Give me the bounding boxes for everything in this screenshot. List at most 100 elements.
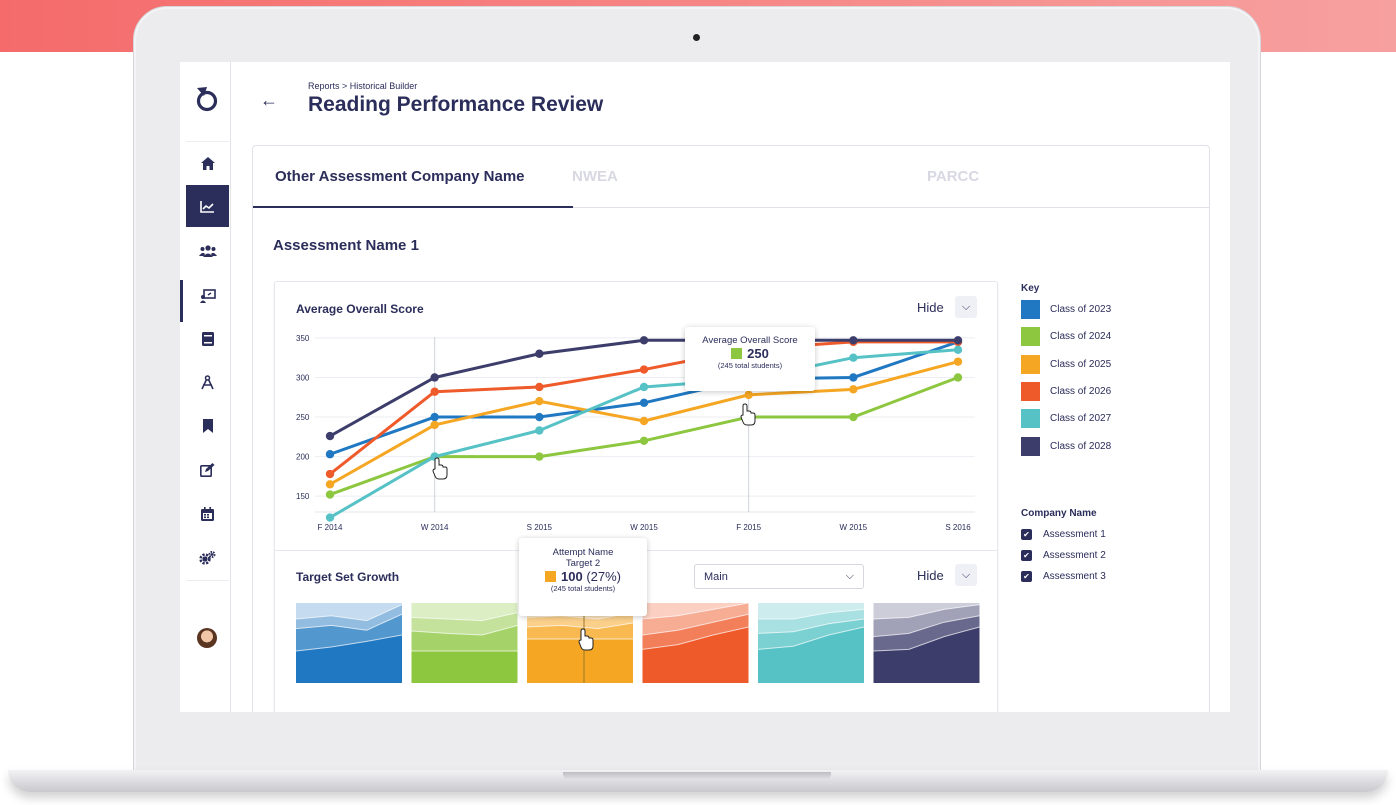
y-tick-label: 350 (296, 334, 310, 343)
legend-label: Class of 2027 (1050, 413, 1112, 425)
tooltip-subtext: (245 total students) (550, 584, 616, 593)
users-icon (198, 245, 217, 257)
data-point (430, 373, 439, 382)
legend-item[interactable]: Class of 2024 (1021, 327, 1111, 347)
settings-icon (199, 551, 216, 565)
checkbox-label: Assessment 3 (1043, 571, 1106, 582)
breadcrumb[interactable]: Reports > Historical Builder (308, 81, 417, 91)
area-layer (411, 651, 518, 683)
data-point (849, 412, 858, 422)
company-filter-item[interactable]: ✔ Assessment 2 (1021, 550, 1106, 561)
legend-label: Class of 2025 (1050, 358, 1112, 370)
active-tab-indicator (253, 206, 573, 208)
y-tick-label: 150 (296, 492, 310, 501)
x-tick-label: W 2015 (630, 523, 658, 532)
data-point (535, 397, 544, 406)
user-avatar[interactable] (197, 628, 217, 648)
section-title: Assessment Name 1 (273, 237, 419, 254)
tooltip-subtext: (245 total students) (717, 361, 783, 370)
chevron-down-icon: ⌵ (961, 568, 971, 581)
home-icon (200, 156, 215, 170)
webcam (693, 34, 700, 41)
data-point (639, 436, 649, 445)
company-filter-title: Company Name (1021, 508, 1097, 519)
tooltip-value-row: 100 (27%) (519, 569, 647, 584)
data-point (535, 452, 544, 461)
tooltip-target: Target 2 (565, 558, 601, 569)
sidebar-item-tools[interactable] (186, 361, 229, 403)
laptop-notch (563, 772, 831, 780)
sidebar-item-classroom[interactable] (186, 275, 229, 317)
x-tick-label: W 2015 (840, 523, 868, 532)
hand-cursor-icon (740, 403, 756, 426)
checkbox-label: Assessment 2 (1043, 550, 1106, 561)
data-point (325, 513, 335, 522)
sidebar-item-home[interactable] (186, 142, 229, 184)
series-line (329, 376, 959, 497)
sidebar-item-bookmarks[interactable] (186, 405, 229, 447)
legend-swatch (1021, 354, 1040, 374)
hand-cursor-shape (432, 457, 448, 480)
line-chart: 150 200 250 300 350 F 2014 W 2014 S 2015 W 2015 F… (296, 334, 975, 532)
x-tick-label: F 2015 (736, 523, 761, 532)
x-tick-label: W 2014 (421, 523, 449, 532)
assessment-panel: Other Assessment Company Name NWEA PARCC… (252, 145, 1210, 712)
legend-item[interactable]: Class of 2028 (1021, 436, 1111, 456)
legend-title: Key (1021, 283, 1040, 294)
checkbox[interactable]: ✔ (1021, 550, 1032, 561)
data-point (430, 420, 439, 430)
data-point (325, 480, 335, 489)
sidebar (180, 62, 231, 712)
series-line (329, 340, 958, 476)
growth-chart-hide-label[interactable]: Hide (917, 568, 944, 583)
legend-swatch (1021, 300, 1040, 319)
legend-item[interactable]: Class of 2025 (1021, 354, 1112, 374)
tooltip-swatch (544, 571, 556, 582)
data-point (325, 450, 335, 459)
data-point (639, 398, 649, 407)
tooltip-swatch (731, 348, 743, 359)
hand-cursor-shape (740, 403, 756, 426)
sidebar-item-library[interactable] (186, 318, 229, 360)
page-title: Reading Performance Review (308, 93, 604, 116)
book-icon (201, 332, 214, 346)
line-chart-tooltip: Average Overall Score 250 (245 total stu… (685, 327, 815, 391)
growth-chart-tooltip: Attempt Name Target 2 100 (27%) (245 tot… (519, 538, 647, 616)
company-filter-item[interactable]: ✔ Assessment 3 (1021, 571, 1106, 582)
legend-item[interactable]: Class of 2023 (1021, 300, 1111, 319)
hand-cursor-icon (432, 457, 448, 480)
sidebar-item-settings[interactable] (186, 537, 229, 579)
sidebar-item-edit[interactable] (186, 449, 229, 491)
tab-parcc[interactable]: PARCC (927, 168, 979, 185)
y-tick-label: 250 (296, 413, 310, 422)
data-point (953, 336, 963, 345)
data-point (849, 385, 858, 394)
x-tick-label: F 2014 (318, 523, 343, 532)
x-tick-label: S 2015 (527, 523, 553, 532)
chevron-down-icon: ⌵ (845, 570, 854, 582)
data-point (953, 373, 963, 382)
sidebar-item-calendar[interactable] (186, 493, 229, 535)
app-screen: ← Reports > Historical Builder Reading P… (180, 62, 1230, 712)
growth-view-select[interactable]: Main ⌵ (694, 564, 864, 589)
checkbox[interactable]: ✔ (1021, 529, 1032, 540)
sidebar-item-reports[interactable] (186, 185, 229, 227)
legend-item[interactable]: Class of 2026 (1021, 381, 1111, 401)
tab-nwea[interactable]: NWEA (572, 168, 618, 185)
growth-area-panel (295, 603, 403, 683)
growth-area-panel (873, 603, 980, 683)
data-point (639, 365, 649, 374)
sidebar-item-students[interactable] (186, 230, 229, 272)
legend-item[interactable]: Class of 2027 (1021, 409, 1112, 429)
data-point (535, 426, 544, 435)
tab-other-assessment-company[interactable]: Other Assessment Company Name (275, 168, 525, 185)
app-logo[interactable] (194, 84, 218, 112)
data-point (430, 387, 439, 396)
growth-chart-collapse-button[interactable]: ⌵ (955, 564, 977, 586)
data-point (535, 349, 544, 358)
company-filter-item[interactable]: ✔ Assessment 1 (1021, 529, 1106, 540)
checkbox[interactable]: ✔ (1021, 571, 1032, 582)
trend-chart-icon (200, 200, 214, 213)
data-point (953, 345, 963, 354)
back-arrow-icon[interactable]: ← (260, 90, 278, 111)
